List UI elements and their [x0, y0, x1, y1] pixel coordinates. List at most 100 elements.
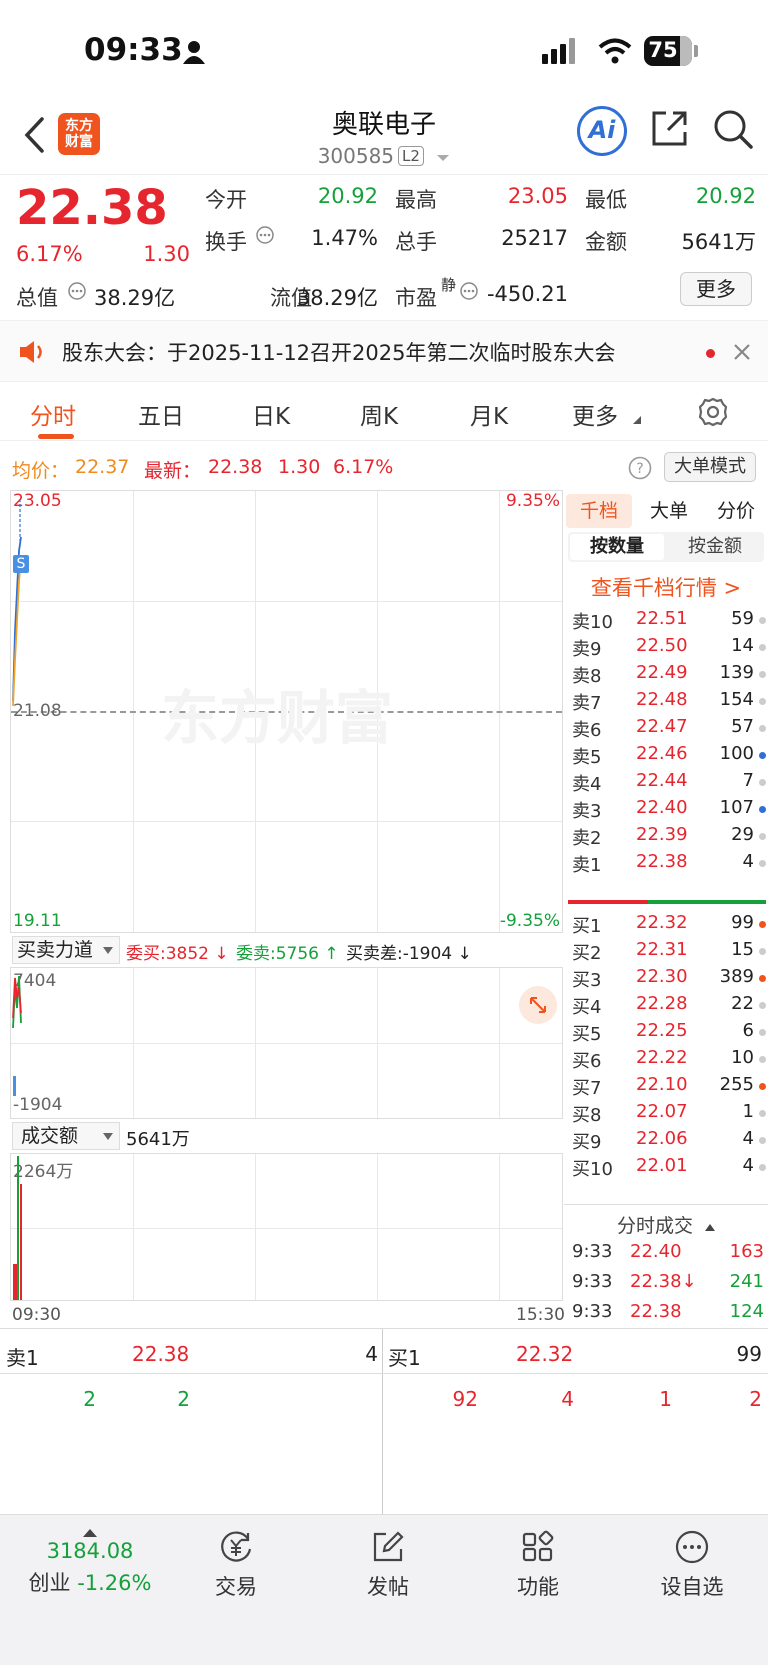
grid-line	[255, 1154, 256, 1300]
force-chart[interactable]: 7404 -1904	[10, 967, 563, 1119]
book-tabs: 千档 大单 分价	[566, 494, 766, 528]
float-value: 38.29亿	[296, 286, 378, 310]
add-watchlist-button[interactable]: 设自选	[632, 1529, 752, 1601]
level-dot	[759, 1002, 766, 1009]
watchlist-label: 设自选	[660, 1575, 724, 1599]
order-book-row[interactable]: 卖5 22.46 100	[568, 741, 768, 769]
expand-button[interactable]	[519, 986, 557, 1024]
tab-daily-k[interactable]: 日K	[252, 397, 290, 431]
index-widget[interactable]: 3184.08 创业 -1.26%	[20, 1529, 160, 1597]
by-amount-toggle[interactable]: 按金额	[668, 534, 762, 560]
order-book-row[interactable]: 买2 22.31 15	[568, 937, 768, 965]
order-book-row[interactable]: 买3 22.30 389	[568, 964, 768, 992]
pct-axis-bottom: -9.35%	[499, 911, 560, 931]
share-icon[interactable]	[650, 108, 690, 148]
level-volume: 22	[731, 993, 754, 1014]
by-volume-toggle[interactable]: 按数量	[570, 534, 664, 560]
tick-time: 9:33	[572, 1241, 613, 1262]
order-book-row[interactable]: 买7 22.10 255	[568, 1072, 768, 1100]
level-volume: 15	[731, 939, 754, 960]
order-book-row[interactable]: 卖9 22.50 14	[568, 633, 768, 661]
level-price: 22.38	[636, 851, 688, 872]
tick-header[interactable]: 分时成交	[564, 1211, 768, 1238]
order-book-row[interactable]: 卖8 22.49 139	[568, 660, 768, 688]
order-book-row[interactable]: 卖4 22.44 7	[568, 768, 768, 796]
latest-label: 最新：	[144, 460, 202, 482]
level-label: 卖6	[572, 720, 602, 741]
queue-ask-price: 22.38	[132, 1342, 190, 1366]
tab-price-distribution[interactable]: 分价	[708, 494, 764, 528]
view-thousand-link[interactable]: 查看千档行情 >	[564, 572, 768, 602]
tab-intraday[interactable]: 分时	[30, 397, 76, 431]
notice-bar[interactable]: 股东大会：于2025-11-12召开2025年第二次临时股东大会	[0, 320, 768, 382]
gear-icon[interactable]	[698, 397, 728, 427]
features-button[interactable]: 功能	[478, 1529, 598, 1601]
trade-button[interactable]: 交易	[176, 1529, 296, 1601]
ai-button[interactable]: Ai	[577, 106, 627, 156]
high-label: 最高	[395, 188, 437, 212]
info-icon[interactable]	[256, 226, 274, 244]
big-order-mode-button[interactable]: 大单模式	[664, 452, 756, 482]
amount-chart[interactable]: 2264万	[10, 1153, 563, 1301]
close-icon[interactable]	[733, 343, 751, 361]
tab-big-order[interactable]: 大单	[644, 494, 694, 528]
order-book-row[interactable]: 卖7 22.48 154	[568, 687, 768, 715]
level-dot	[759, 752, 766, 759]
tab-monthly-k[interactable]: 月K	[470, 397, 508, 431]
tab-weekly-k[interactable]: 周K	[360, 397, 398, 431]
order-book-row[interactable]: 买4 22.28 22	[568, 991, 768, 1019]
force-diff: 买卖差:-1904 ↓	[346, 944, 472, 964]
amount-value: 5641万	[681, 230, 756, 254]
level-label: 卖1	[572, 855, 602, 876]
amount-bars	[13, 1156, 22, 1300]
force-selector[interactable]: 买卖力道	[12, 936, 120, 964]
level-volume: 4	[742, 1128, 754, 1149]
post-button[interactable]: 发帖	[328, 1529, 448, 1601]
order-book-row[interactable]: 卖10 22.51 59	[568, 606, 768, 634]
svg-text:?: ?	[636, 461, 643, 477]
expand-icon	[530, 997, 546, 1013]
low-label: 最低	[585, 188, 627, 212]
level-volume: 59	[731, 608, 754, 629]
index-name: 创业	[28, 1571, 71, 1595]
avg-label: 均价：	[12, 460, 70, 482]
order-book-row[interactable]: 卖6 22.47 57	[568, 714, 768, 742]
queue-divider	[382, 1329, 383, 1515]
search-icon[interactable]	[712, 108, 754, 150]
info-icon[interactable]	[68, 282, 86, 300]
info-icon[interactable]	[460, 282, 478, 300]
order-book-row[interactable]: 卖2 22.39 29	[568, 822, 768, 850]
level-label: 卖4	[572, 774, 602, 795]
order-book-row[interactable]: 买1 22.32 99	[568, 910, 768, 938]
order-book-row[interactable]: 买6 22.22 10	[568, 1045, 768, 1073]
level-volume: 154	[719, 689, 754, 710]
help-icon[interactable]: ?	[628, 456, 652, 480]
sell-marker[interactable]: S	[13, 555, 29, 573]
level-price: 22.51	[636, 608, 688, 629]
level-label: 卖8	[572, 666, 602, 687]
tab-thousand-level[interactable]: 千档	[566, 494, 632, 528]
tick-list: 9:33 22.40 163 9:33 22.38↓ 241 9:33 22.38 124	[564, 1239, 768, 1329]
grid-line	[499, 1154, 500, 1300]
order-book-row[interactable]: 买10 22.01 4	[568, 1153, 768, 1181]
level-volume: 107	[719, 797, 754, 818]
status-time: 09:33	[84, 32, 183, 68]
tick-row: 9:33 22.40 163	[568, 1239, 768, 1267]
order-book-row[interactable]: 卖3 22.40 107	[568, 795, 768, 823]
order-book-row[interactable]: 买9 22.06 4	[568, 1126, 768, 1154]
order-book-row[interactable]: 买8 22.07 1	[568, 1099, 768, 1127]
amount-selector[interactable]: 成交额	[12, 1122, 120, 1150]
order-book-row[interactable]: 买5 22.25 6	[568, 1018, 768, 1046]
tick-volume: 241	[729, 1271, 764, 1292]
battery-icon: 75	[644, 36, 692, 66]
tab-5day[interactable]: 五日	[138, 397, 184, 431]
yuan-cycle-icon	[221, 1531, 252, 1562]
more-button[interactable]: 更多	[680, 272, 752, 306]
price-chart[interactable]: 东方财富 23.05 21.08 19.11 9.35% -9.35% S	[10, 490, 563, 933]
order-book-row[interactable]: 卖1 22.38 4	[568, 849, 768, 877]
tick-time: 9:33	[572, 1271, 613, 1292]
tab-more[interactable]: 更多	[572, 397, 618, 431]
level-volume: 29	[731, 824, 754, 845]
low-value: 20.92	[695, 184, 756, 208]
level-dot	[759, 1110, 766, 1117]
